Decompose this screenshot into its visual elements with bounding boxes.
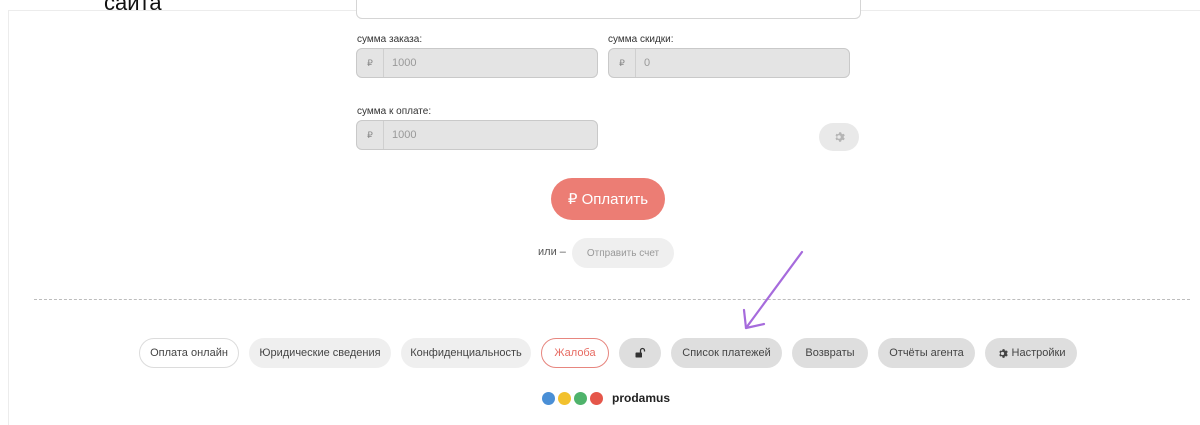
ruble-icon: ₽ (609, 49, 636, 77)
prodamus-logo[interactable]: prodamus (542, 391, 670, 405)
brand-name: prodamus (612, 391, 671, 405)
logo-green-circle-icon (574, 391, 587, 405)
order-sum-field[interactable]: ₽ 1000 (356, 48, 598, 78)
logo-blue-circle-icon (542, 391, 555, 405)
pay-button[interactable]: ₽ Оплатить (551, 178, 665, 220)
section-divider (34, 299, 1190, 300)
footer-refunds-button[interactable]: Возвраты (792, 338, 868, 368)
discount-value: 0 (644, 57, 651, 69)
gear-icon (998, 348, 1008, 358)
discount-field[interactable]: ₽ 0 (608, 48, 850, 78)
footer-link-legal-info[interactable]: Юридические сведения (249, 338, 391, 368)
footer-lock-button[interactable] (619, 338, 661, 368)
discount-label: сумма скидки: (608, 34, 674, 45)
send-invoice-button[interactable]: Отправить счет (572, 238, 674, 268)
to-pay-field[interactable]: ₽ 1000 (356, 120, 598, 150)
ruble-icon: ₽ (357, 49, 384, 77)
gear-icon (835, 132, 845, 142)
settings-gear-button[interactable] (819, 123, 859, 151)
or-text: или – (538, 246, 566, 258)
to-pay-label: сумма к оплате: (357, 106, 432, 117)
footer-settings-button[interactable]: Настройки (985, 338, 1077, 368)
order-sum-label: сумма заказа: (357, 34, 423, 45)
logo-yellow-circle-icon (558, 391, 571, 405)
unlock-icon (635, 347, 646, 358)
footer-link-online-payment[interactable]: Оплата онлайн (139, 338, 239, 368)
to-pay-value: 1000 (392, 129, 417, 141)
top-input-field[interactable] (356, 0, 861, 19)
footer-payments-list-button[interactable]: Список платежей (671, 338, 782, 368)
footer-settings-label: Настройки (1011, 347, 1066, 359)
ruble-icon: ₽ (357, 121, 384, 149)
order-sum-value: 1000 (392, 57, 417, 69)
logo-red-circle-icon (590, 391, 603, 405)
annotation-arrow-icon (742, 250, 804, 330)
footer-agent-reports-button[interactable]: Отчёты агента (878, 338, 975, 368)
footer-link-privacy[interactable]: Конфиденциальность (401, 338, 531, 368)
footer-complaint-button[interactable]: Жалоба (541, 338, 609, 368)
